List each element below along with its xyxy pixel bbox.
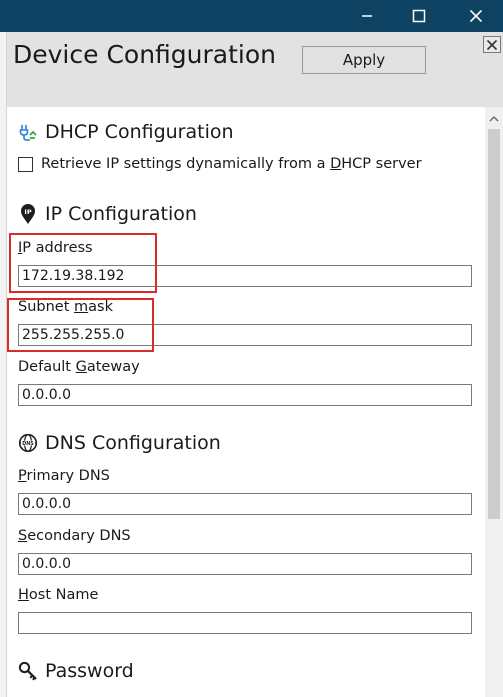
scrollbar-thumb[interactable] [488,129,500,519]
dhcp-checkbox-label: Retrieve IP settings dynamically from a … [41,156,422,172]
default-gateway-input[interactable] [18,384,472,406]
close-pane-button[interactable] [483,36,501,53]
primary-dns-label: Primary DNS [18,468,110,484]
ip-section-header: IP IP Configuration [18,203,197,225]
key-icon [18,661,38,681]
close-window-button[interactable] [449,0,503,32]
maximize-icon [412,9,426,23]
dns-section-header: DNS DNS Configuration [18,432,221,454]
panel-header: Device Configuration Apply [7,32,503,107]
maximize-button[interactable] [392,0,446,32]
dhcp-section-title: DHCP Configuration [45,121,234,143]
ip-address-highlight [9,233,157,293]
default-gateway-label: Default Gateway [18,359,140,375]
minimize-button[interactable] [340,0,394,32]
svg-text:IP: IP [24,208,31,216]
secondary-dns-input[interactable] [18,553,472,575]
svg-text:DNS: DNS [22,441,34,447]
dns-section-title: DNS Configuration [45,432,221,454]
dhcp-section-header: DHCP Configuration [18,121,234,143]
dns-globe-icon: DNS [18,433,38,453]
password-section-header: Password [18,660,134,682]
secondary-dns-label: Secondary DNS [18,528,131,544]
close-icon [469,9,483,23]
vertical-scrollbar[interactable] [485,107,503,697]
close-pane-icon [486,39,498,50]
chevron-up-icon [489,115,499,121]
subnet-mask-highlight [7,298,154,352]
window-titlebar [0,0,503,32]
host-name-input[interactable] [18,612,472,634]
primary-dns-input[interactable] [18,493,472,515]
dhcp-checkbox-row[interactable]: Retrieve IP settings dynamically from a … [18,156,422,172]
ip-pin-icon: IP [18,204,38,224]
apply-button[interactable]: Apply [302,46,426,74]
password-section-title: Password [45,660,134,682]
ip-section-title: IP Configuration [45,203,197,225]
scroll-up-button[interactable] [485,111,503,125]
minimize-icon [362,15,372,17]
dhcp-plug-icon [18,122,38,142]
host-name-label: Host Name [18,587,99,603]
window-left-edge [0,32,7,697]
page-title: Device Configuration [13,40,276,69]
dhcp-checkbox[interactable] [18,156,33,172]
